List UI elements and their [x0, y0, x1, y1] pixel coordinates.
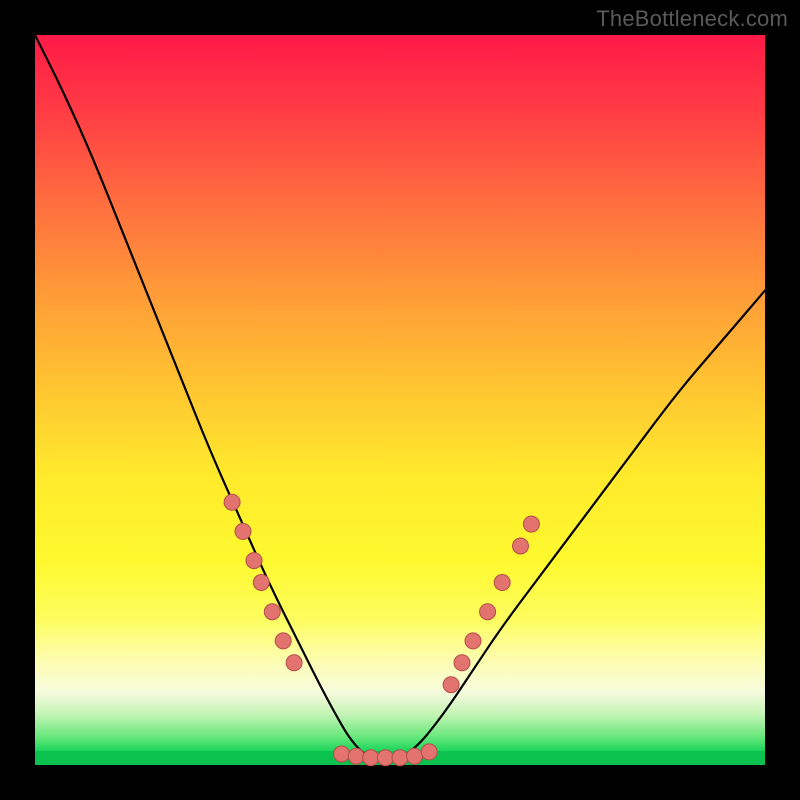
marker-group [224, 494, 539, 766]
data-marker [224, 494, 240, 510]
bottleneck-curve [35, 35, 765, 761]
data-marker [363, 750, 379, 766]
plot-area [35, 35, 765, 765]
data-marker [334, 746, 350, 762]
data-marker [454, 655, 470, 671]
data-marker [494, 575, 510, 591]
data-marker [513, 538, 529, 554]
chart-frame: TheBottleneck.com [0, 0, 800, 800]
data-marker [235, 523, 251, 539]
data-marker [465, 633, 481, 649]
data-marker [246, 553, 262, 569]
curve-layer [35, 35, 765, 765]
data-marker [348, 748, 364, 764]
data-marker [443, 677, 459, 693]
data-marker [407, 748, 423, 764]
data-marker [253, 575, 269, 591]
data-marker [286, 655, 302, 671]
data-marker [377, 750, 393, 766]
data-marker [392, 750, 408, 766]
data-marker [523, 516, 539, 532]
data-marker [421, 744, 437, 760]
data-marker [275, 633, 291, 649]
data-marker [264, 604, 280, 620]
data-marker [480, 604, 496, 620]
watermark-text: TheBottleneck.com [596, 6, 788, 32]
